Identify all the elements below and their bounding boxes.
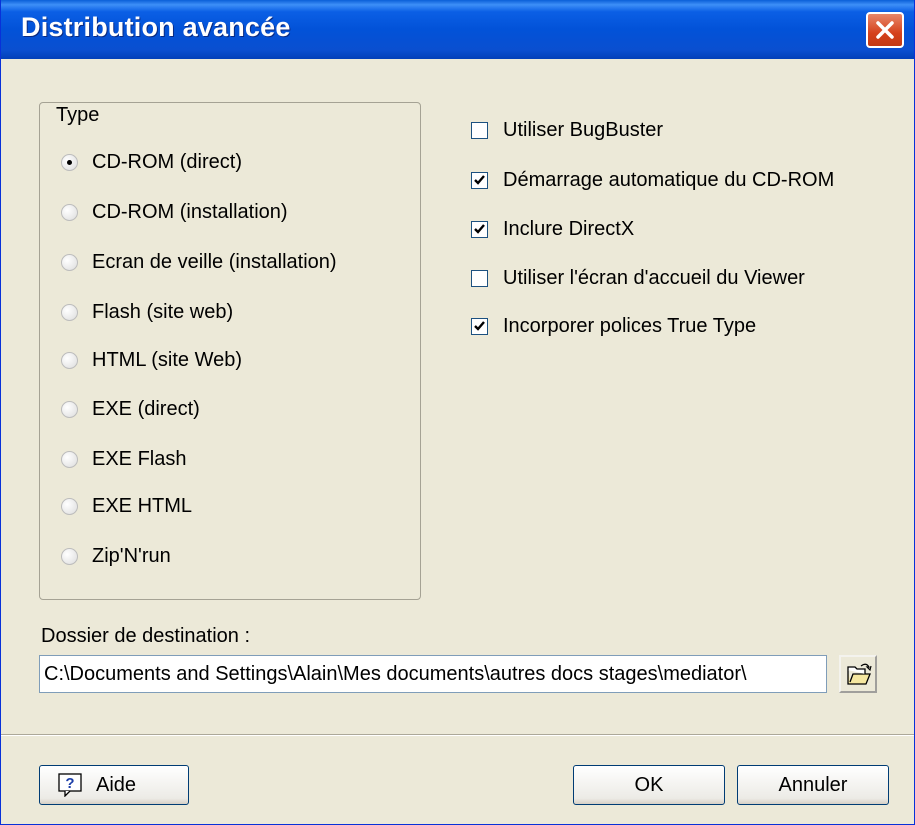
- checkbox-viewer-splash[interactable]: Utiliser l'écran d'accueil du Viewer: [471, 263, 805, 293]
- radio-label: Flash (site web): [92, 300, 234, 323]
- folder-open-icon: [847, 663, 872, 685]
- radio-indicator[interactable]: [61, 351, 78, 369]
- radio-indicator[interactable]: [61, 253, 78, 271]
- radio-flash-site[interactable]: Flash (site web): [61, 297, 233, 327]
- radio-indicator[interactable]: [61, 450, 78, 468]
- radio-indicator[interactable]: [61, 303, 78, 321]
- radio-cdrom-installation[interactable]: CD-ROM (installation): [61, 197, 288, 227]
- checkbox-label: Utiliser BugBuster: [503, 118, 664, 141]
- radio-label: EXE HTML: [92, 494, 193, 517]
- radio-screensaver-installation[interactable]: Ecran de veille (installation): [61, 247, 337, 277]
- help-icon: ?: [58, 773, 82, 797]
- help-button[interactable]: ? Aide: [39, 765, 189, 805]
- checkmark-icon: [474, 320, 485, 331]
- radio-indicator[interactable]: [61, 497, 78, 515]
- radio-exe-flash[interactable]: EXE Flash: [61, 444, 186, 474]
- checkbox-bugbuster[interactable]: Utiliser BugBuster: [471, 115, 663, 145]
- radio-label: CD-ROM (installation): [92, 200, 288, 223]
- radio-indicator[interactable]: [61, 547, 78, 565]
- svg-text:?: ?: [65, 775, 74, 792]
- checkbox-include-directx[interactable]: Inclure DirectX: [471, 214, 634, 244]
- window-title: Distribution avancée: [21, 12, 291, 42]
- radio-label: CD-ROM (direct): [92, 150, 242, 173]
- checkbox-box[interactable]: [471, 171, 488, 189]
- close-icon: [876, 21, 894, 39]
- radio-cdrom-direct[interactable]: CD-ROM (direct): [61, 147, 242, 177]
- ok-button-label: OK: [634, 773, 664, 796]
- radio-html-site[interactable]: HTML (site Web): [61, 345, 242, 375]
- radio-label: EXE Flash: [92, 447, 187, 470]
- radio-indicator[interactable]: [61, 153, 78, 171]
- radio-indicator[interactable]: [61, 400, 78, 418]
- ok-button[interactable]: OK: [573, 765, 725, 805]
- radio-exe-html[interactable]: EXE HTML: [61, 491, 192, 521]
- radio-label: EXE (direct): [92, 397, 200, 420]
- destination-path-input[interactable]: [39, 655, 827, 693]
- browse-folder-button[interactable]: [839, 655, 877, 693]
- radio-label: HTML (site Web): [92, 348, 243, 371]
- radio-exe-direct[interactable]: EXE (direct): [61, 394, 200, 424]
- checkbox-box[interactable]: [471, 317, 488, 335]
- checkbox-box[interactable]: [471, 121, 488, 139]
- button-separator: [1, 734, 914, 736]
- cancel-button[interactable]: Annuler: [737, 765, 889, 805]
- radio-zip-n-run[interactable]: Zip'N'run: [61, 541, 171, 571]
- checkbox-box[interactable]: [471, 220, 488, 238]
- cancel-button-label: Annuler: [778, 773, 848, 796]
- checkmark-icon: [474, 174, 485, 185]
- dialog-window: Distribution avancée Type CD-ROM (direct…: [0, 0, 915, 825]
- checkbox-label: Utiliser l'écran d'accueil du Viewer: [503, 266, 805, 289]
- type-group-legend: Type: [53, 104, 103, 127]
- checkbox-label: Démarrage automatique du CD-ROM: [503, 168, 835, 191]
- checkbox-box[interactable]: [471, 269, 488, 287]
- checkbox-autorun-cdrom[interactable]: Démarrage automatique du CD-ROM: [471, 165, 834, 195]
- help-button-label: Aide: [96, 773, 137, 796]
- destination-label: Dossier de destination :: [41, 625, 251, 647]
- close-button[interactable]: [866, 12, 904, 48]
- dialog-content: Type CD-ROM (direct) CD-ROM (installatio…: [1, 59, 914, 825]
- checkmark-icon: [474, 223, 485, 234]
- checkbox-embed-truetype[interactable]: Incorporer polices True Type: [471, 311, 756, 341]
- radio-label: Zip'N'run: [92, 544, 171, 567]
- radio-label: Ecran de veille (installation): [92, 250, 337, 273]
- radio-indicator[interactable]: [61, 203, 78, 221]
- title-bar[interactable]: Distribution avancée: [1, 0, 914, 59]
- checkbox-label: Inclure DirectX: [503, 217, 635, 240]
- checkbox-label: Incorporer polices True Type: [503, 314, 757, 337]
